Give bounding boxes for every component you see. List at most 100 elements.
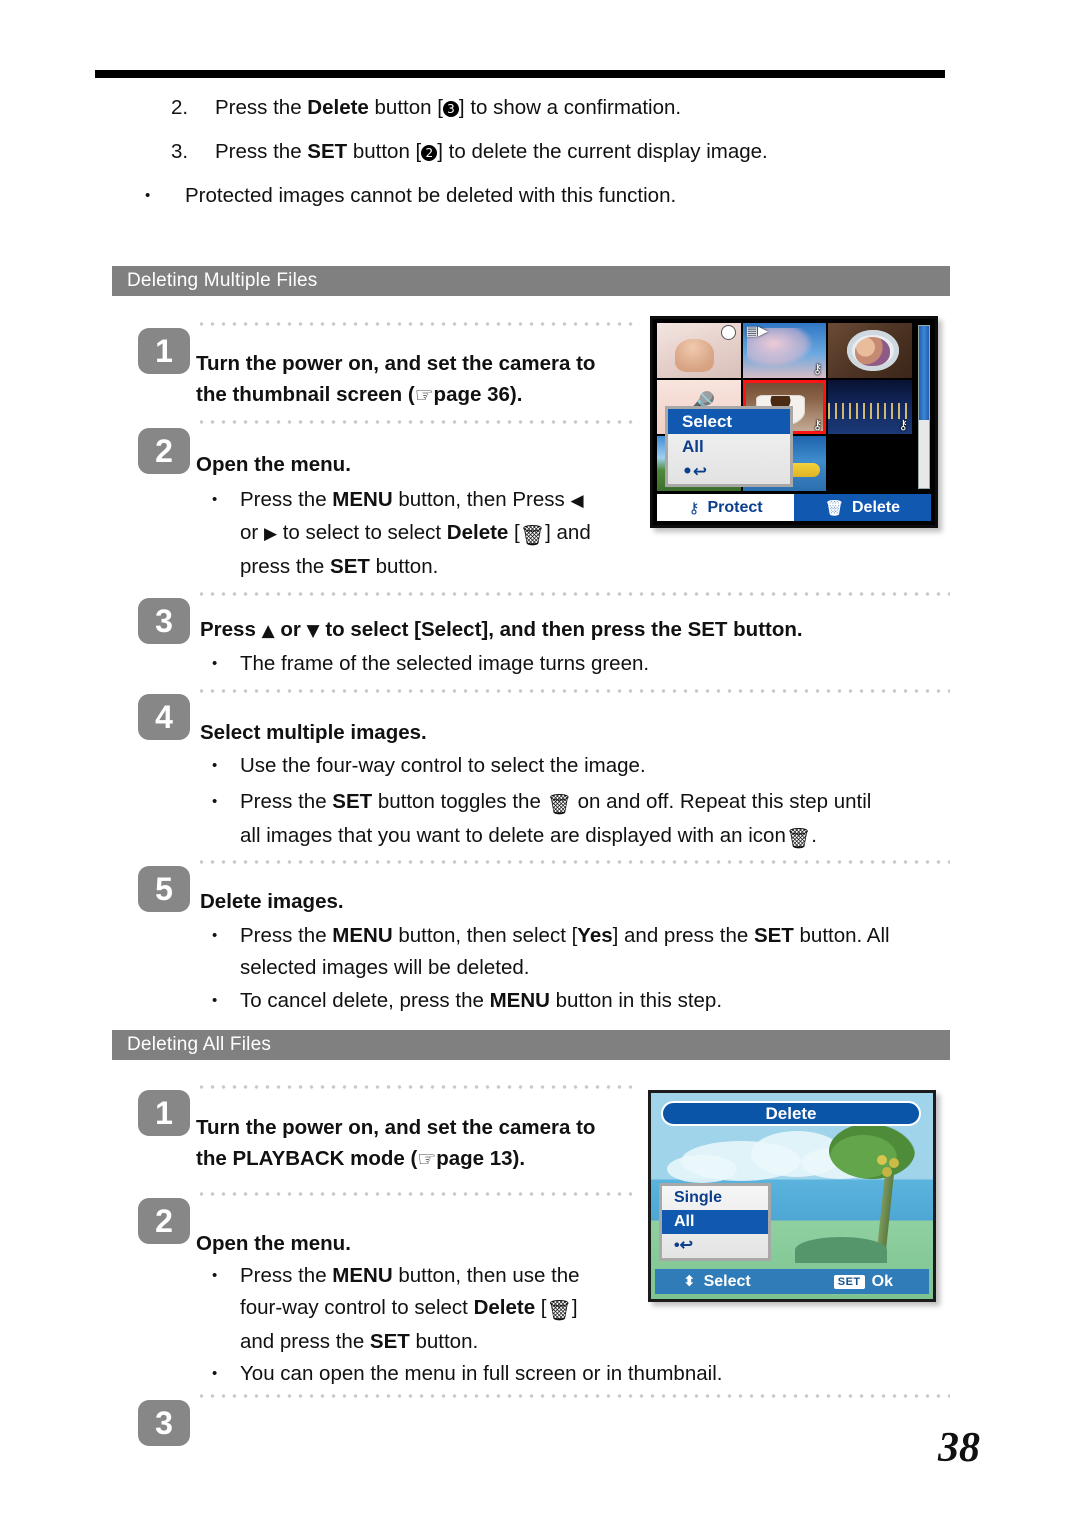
intro-item-2: 2. Press the Delete button [3] to show a… [95, 94, 975, 122]
right-arrow-icon: ▶ [263, 524, 278, 544]
delete-screen-menu: Single All •↩ [659, 1183, 771, 1261]
ok-hint: SET Ok [833, 1273, 929, 1291]
section-header-deleting-all-files: Deleting All Files [112, 1030, 950, 1060]
intro-item-3-pre: Press the [215, 140, 308, 163]
step-3-multiple-bullet-1: • The frame of the selected image turns … [212, 648, 940, 680]
s2m-b1b: button, then Press [392, 488, 571, 511]
circled-number-icon: 2 [421, 145, 438, 161]
step-2-multiple-title: Open the menu. [196, 453, 351, 476]
step-badge-2-multiple: 2 [138, 428, 190, 474]
step-separator-dots [196, 592, 950, 596]
s4m-b2c: on and off. Repeat this step until [571, 790, 872, 813]
up-arrow-icon: ▲ [261, 621, 275, 641]
bullet-icon: • [212, 757, 218, 774]
step-separator-dots [196, 322, 640, 326]
protect-button[interactable]: ⚷ Protect [657, 494, 794, 521]
select-label: Select [703, 1272, 751, 1290]
video-badge-icon: ▤▶ [745, 324, 768, 339]
s3m-b1: The frame of the selected image turns gr… [240, 652, 650, 675]
camera-delete-screen: Delete Single All •↩ ⬍ Select SET Ok [648, 1090, 936, 1302]
s2m-b1-menu: MENU [332, 488, 393, 511]
s2m-b2a: or [240, 521, 264, 544]
s2a-b1a: Press the [240, 1264, 333, 1287]
step-3-multiple-title: Press ▲ or ▼ to select [Select], and the… [200, 614, 960, 647]
s2m-b3a: press the [240, 555, 331, 578]
step-1-all-line2a: the PLAYBACK mode ( [196, 1147, 418, 1170]
vertical-scrollbar[interactable] [918, 325, 930, 489]
thumbnail-porthole-girls[interactable] [828, 323, 912, 378]
s2m-b3b: button. [369, 555, 439, 578]
intro-item-3-mid: button [ [347, 140, 422, 163]
bullet-icon: • [212, 1365, 218, 1382]
thumbnail-night-city[interactable]: ⚷ [828, 379, 912, 435]
s2a-b2c: ] [571, 1296, 578, 1319]
circled-number-icon: 3 [442, 101, 459, 117]
s3m-c: to select [Select], and then press the S… [319, 618, 803, 641]
step-4-multiple-bullet-2: • Press the SET button toggles the 🗑 on … [212, 786, 960, 854]
step-1-all-text: Turn the power on, and set the camera to… [196, 1112, 636, 1175]
header-rule [95, 70, 945, 78]
scrollbar-thumb[interactable] [919, 326, 929, 420]
step-4-multiple-title: Select multiple images. [200, 721, 427, 744]
step-separator-dots [196, 1394, 950, 1398]
delete-button[interactable]: 🗑 Delete [794, 494, 931, 521]
step-separator-dots [196, 1192, 636, 1196]
s2m-b1a: Press the [240, 488, 333, 511]
delete-label: Delete [852, 498, 901, 516]
s4m-b3b: . [811, 824, 817, 847]
s2m-b2c: [ [508, 521, 520, 544]
s4m-b1: Use the four-way control to select the i… [240, 754, 646, 777]
intro-item-3-bold: SET [307, 140, 348, 163]
step-badge-1-multiple: 1 [138, 328, 190, 374]
step-badge-3-multiple: 3 [138, 598, 190, 644]
step-separator-dots [196, 860, 950, 864]
coconut-shape [877, 1155, 887, 1165]
intro-item-2-post: ] to show a confirmation. [458, 96, 682, 119]
lock-icon: ⚷ [812, 361, 823, 377]
menu-item-back[interactable]: •↩ [662, 1234, 768, 1258]
menu-item-select[interactable]: Select [668, 409, 790, 434]
intro-item-2-pre: Press the [215, 96, 308, 119]
s5m-b1d: button. All [793, 924, 890, 947]
step-2-multiple-bullet-1: • Press the MENU button, then Press ◀ or… [212, 484, 640, 583]
intro-item-2-number: 2. [171, 96, 189, 119]
trash-icon: 🗑 [519, 523, 546, 547]
lock-icon: ⚷ [898, 418, 908, 434]
up-down-arrow-icon: ⬍ [683, 1272, 696, 1290]
palm-leaf-shape [829, 1123, 915, 1179]
step-4-multiple-bullet-1: • Use the four-way control to select the… [212, 750, 960, 782]
step-separator-dots [196, 689, 950, 693]
s5m-b1-set: SET [753, 924, 794, 947]
s2a-b3a: and press the [240, 1330, 370, 1353]
intro-note-text: Protected images cannot be deleted with … [185, 184, 677, 207]
step-badge-2-all: 2 [138, 1198, 190, 1244]
menu-item-back[interactable]: •↩ [668, 459, 790, 484]
s5m-b2b: button in this step. [549, 989, 723, 1012]
section-header-deleting-multiple-files: Deleting Multiple Files [112, 266, 950, 296]
s4m-b2b: button toggles the [372, 790, 547, 813]
step-separator-dots [196, 420, 640, 424]
s2a-b2b: [ [535, 1296, 547, 1319]
s5m-b2-menu: MENU [489, 989, 550, 1012]
step-1-all-line1: Turn the power on, and set the camera to [196, 1116, 596, 1139]
menu-item-all[interactable]: All [662, 1210, 768, 1234]
s2a-b4: You can open the menu in full screen or … [240, 1362, 723, 1385]
intro-note-row: • Protected images cannot be deleted wit… [95, 182, 975, 210]
menu-item-all[interactable]: All [668, 434, 790, 459]
thumbnail-cherry-blossom[interactable]: ▤▶ ⚷ [742, 323, 827, 378]
s2a-b1b: button, then use the [392, 1264, 580, 1287]
s4m-b3a: all images that you want to delete are d… [240, 824, 786, 847]
s2a-b3b: button. [409, 1330, 479, 1353]
step-badge-3-all: 3 [138, 1400, 190, 1446]
cloud-shape [667, 1155, 737, 1183]
thumbnail-screen-menu: Select All •↩ [665, 406, 793, 487]
s5m-b1-menu: MENU [332, 924, 393, 947]
step-1-multiple-text: Turn the power on, and set the camera to… [196, 348, 636, 411]
thumbnail-baby[interactable] [657, 323, 741, 378]
s5m-b2a: To cancel delete, press the [240, 989, 490, 1012]
step-5-multiple-bullet-2: • To cancel delete, press the MENU butto… [212, 985, 970, 1017]
menu-item-single[interactable]: Single [662, 1186, 768, 1210]
s5m-b1a: Press the [240, 924, 333, 947]
step-badge-1-all: 1 [138, 1090, 190, 1136]
bullet-icon: • [212, 491, 218, 508]
